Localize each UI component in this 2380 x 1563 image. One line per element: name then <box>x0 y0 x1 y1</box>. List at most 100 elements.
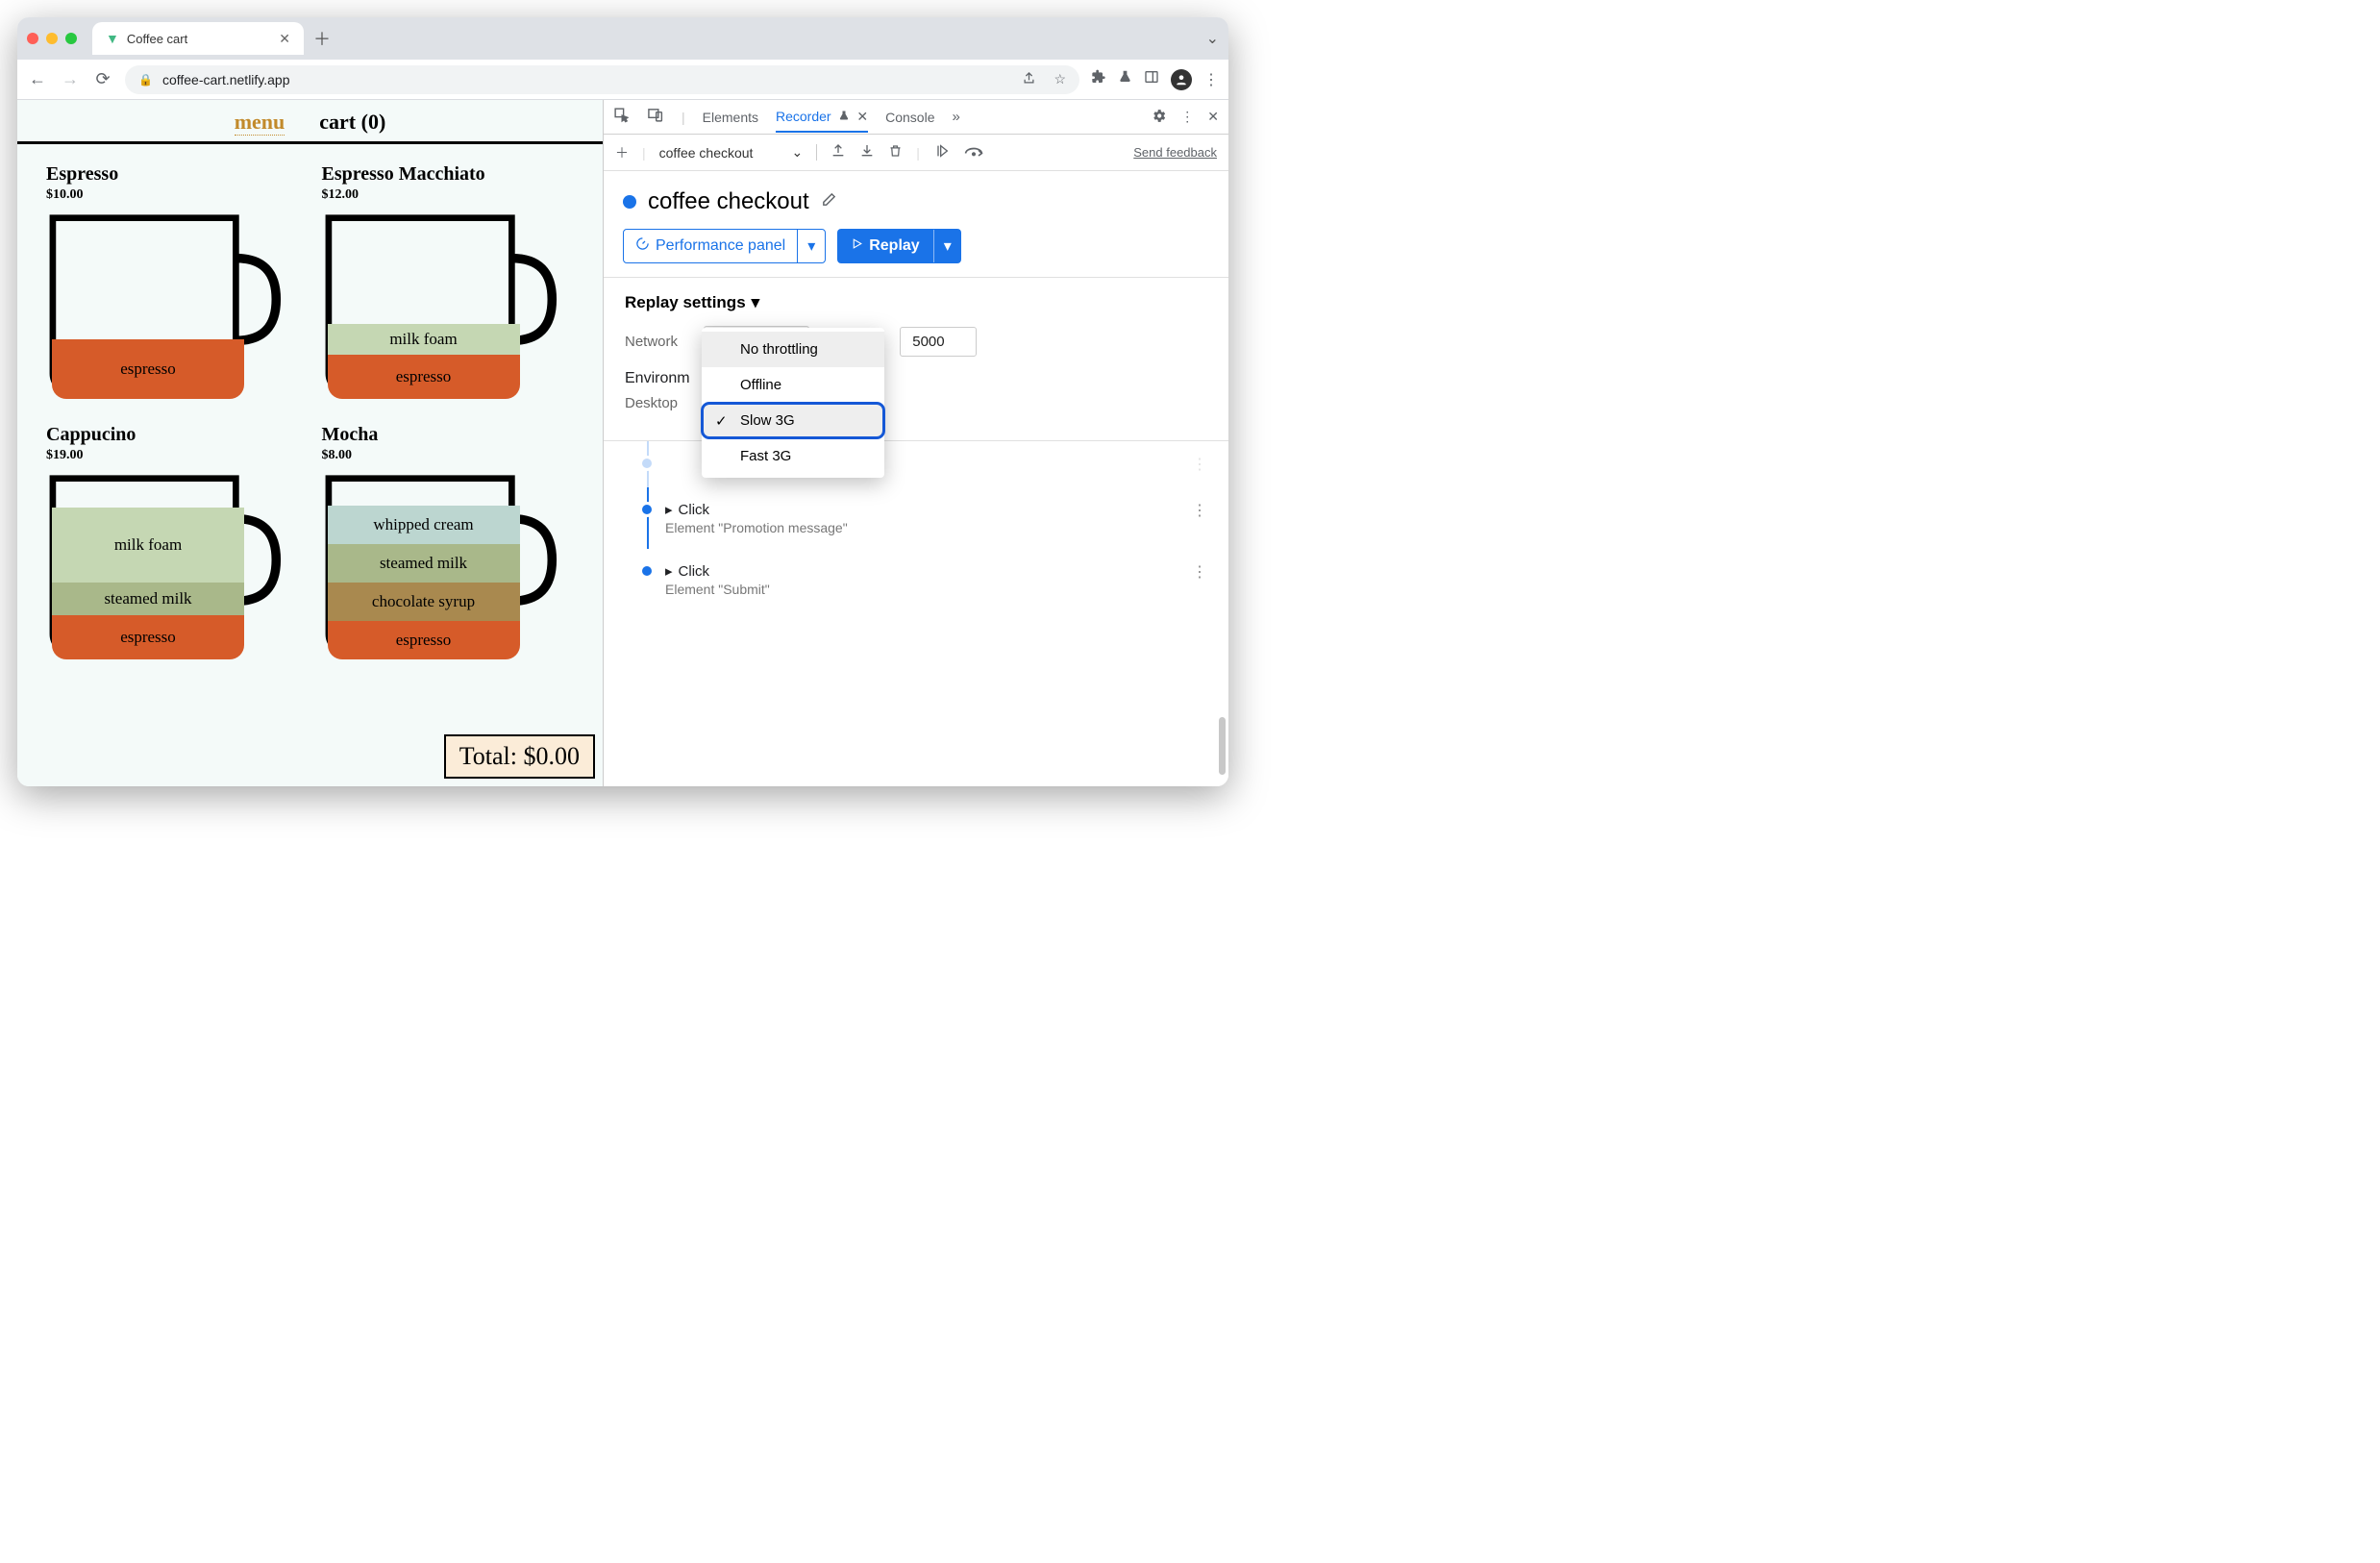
expand-icon[interactable]: ▸ <box>665 562 673 580</box>
gauge-icon <box>635 236 650 256</box>
step-dot-icon <box>642 566 652 576</box>
nav-menu-link[interactable]: menu <box>235 110 285 136</box>
fullscreen-window-button[interactable] <box>65 33 77 44</box>
product-name: Mocha <box>322 424 575 446</box>
device-toggle-icon[interactable] <box>647 107 664 127</box>
delete-icon[interactable] <box>888 143 903 161</box>
overflow-menu-icon[interactable]: ⋮ <box>1203 70 1219 89</box>
play-icon <box>851 237 863 255</box>
recording-title: coffee checkout <box>648 188 809 215</box>
page-viewport: menu cart (0) Espresso $10.00 espresso E… <box>17 100 604 786</box>
url-text: coffee-cart.netlify.app <box>162 72 290 87</box>
cup-layer: milk foam <box>328 324 520 355</box>
recording-title-row: coffee checkout <box>623 188 1209 215</box>
cup-layer: espresso <box>52 615 244 659</box>
option-fast-3g[interactable]: Fast 3G <box>702 438 884 474</box>
extensions-icon[interactable] <box>1091 69 1106 89</box>
option-no-throttling[interactable]: No throttling <box>702 332 884 367</box>
performance-panel-button[interactable]: Performance panel ▾ <box>623 229 826 263</box>
lock-icon: 🔒 <box>138 73 153 87</box>
nav-cart-link[interactable]: cart (0) <box>319 110 385 136</box>
panel-icon[interactable] <box>1144 69 1159 89</box>
labs-icon[interactable] <box>1118 69 1132 89</box>
step-item[interactable]: ▸Click Element "Submit" ⋮ <box>625 549 1207 610</box>
close-recorder-icon[interactable]: ✕ <box>856 109 868 124</box>
recorder-toolbar: ＋ | coffee checkout ⌄ | <box>604 135 1228 171</box>
inspect-icon[interactable] <box>613 107 630 127</box>
product-price: $10.00 <box>46 187 299 203</box>
cup-layer: whipped cream <box>328 506 520 544</box>
reload-button[interactable]: ⟳ <box>92 69 113 89</box>
import-icon[interactable] <box>859 143 875 161</box>
back-button[interactable]: ← <box>27 69 48 89</box>
step-more-icon[interactable]: ⋮ <box>1192 562 1207 597</box>
total-box[interactable]: Total: $0.00 <box>444 734 595 779</box>
vue-favicon-icon: ▼ <box>106 31 119 46</box>
tab-recorder[interactable]: Recorder ✕ <box>776 109 868 133</box>
step-more-icon[interactable]: ⋮ <box>1192 501 1207 535</box>
edit-title-icon[interactable] <box>821 191 837 212</box>
chevron-down-icon: ▾ <box>752 293 760 312</box>
devtools-panel: | Elements Recorder ✕ Console » ⋮ ✕ <box>604 100 1228 786</box>
product-card[interactable]: Espresso $10.00 espresso <box>46 163 299 405</box>
scrollbar-thumb[interactable] <box>1219 717 1226 775</box>
product-card[interactable]: Espresso Macchiato $12.00 espressomilk f… <box>322 163 575 405</box>
new-tab-button[interactable]: ＋ <box>313 26 331 51</box>
cup-graphic: espressomilk foam <box>322 212 562 405</box>
bookmark-star-icon[interactable]: ☆ <box>1054 71 1066 87</box>
cup-layer: chocolate syrup <box>328 583 520 621</box>
more-tabs-icon[interactable]: » <box>952 109 959 125</box>
content-area: menu cart (0) Espresso $10.00 espresso E… <box>17 100 1228 786</box>
script-selector[interactable]: coffee checkout ⌄ <box>659 144 818 161</box>
product-price: $12.00 <box>322 187 575 203</box>
forward-button[interactable]: → <box>60 69 81 89</box>
product-price: $8.00 <box>322 448 575 463</box>
step-item[interactable]: ▸Click Element "Promotion message" ⋮ <box>625 487 1207 549</box>
perf-dropdown-icon[interactable]: ▾ <box>797 230 825 262</box>
minimize-window-button[interactable] <box>46 33 58 44</box>
share-icon[interactable] <box>1022 71 1036 88</box>
steps-list: . ⋮ ▸Click Element "Promotion message" ⋮… <box>604 440 1228 620</box>
product-grid: Espresso $10.00 espresso Espresso Macchi… <box>17 144 603 684</box>
browser-toolbar: ← → ⟳ 🔒 coffee-cart.netlify.app ☆ ⋮ <box>17 60 1228 100</box>
settings-gear-icon[interactable] <box>1151 108 1167 127</box>
close-window-button[interactable] <box>27 33 38 44</box>
recorder-header: coffee checkout Performance panel ▾ <box>604 171 1228 278</box>
cup-layer: steamed milk <box>52 583 244 615</box>
step-over-icon[interactable] <box>964 144 983 161</box>
browser-tab[interactable]: ▼ Coffee cart ✕ <box>92 22 304 55</box>
replay-button[interactable]: Replay ▾ <box>837 229 961 263</box>
close-devtools-icon[interactable]: ✕ <box>1207 109 1219 125</box>
cup-graphic: espresso <box>46 212 286 405</box>
tab-console[interactable]: Console <box>885 110 934 125</box>
product-card[interactable]: Cappucino $19.00 espressosteamed milkmil… <box>46 424 299 665</box>
page-nav: menu cart (0) <box>17 100 603 144</box>
replay-dropdown-icon[interactable]: ▾ <box>933 230 961 262</box>
traffic-lights <box>27 33 77 44</box>
step-more-icon[interactable]: ⋮ <box>1192 455 1207 474</box>
desktop-label: Desktop <box>625 395 692 411</box>
option-offline[interactable]: Offline <box>702 367 884 403</box>
timeout-input[interactable]: 5000 <box>900 327 977 357</box>
export-icon[interactable] <box>831 143 846 161</box>
expand-icon[interactable]: ▸ <box>665 501 673 518</box>
product-name: Espresso Macchiato <box>322 163 575 186</box>
step-forward-icon[interactable] <box>933 143 951 161</box>
cup-layer: milk foam <box>52 508 244 583</box>
product-name: Cappucino <box>46 424 299 446</box>
close-tab-icon[interactable]: ✕ <box>279 31 290 47</box>
cup-layer: espresso <box>328 621 520 659</box>
address-bar[interactable]: 🔒 coffee-cart.netlify.app ☆ <box>125 65 1079 94</box>
tab-elements[interactable]: Elements <box>703 110 758 125</box>
settings-heading[interactable]: Replay settings ▾ <box>625 293 1207 312</box>
option-slow-3g[interactable]: Slow 3G <box>702 403 884 438</box>
step-connector <box>647 487 649 549</box>
cup-graphic: espressochocolate syrupsteamed milkwhipp… <box>322 473 562 665</box>
window-dropdown-icon[interactable]: ⌄ <box>1206 29 1219 48</box>
add-recording-icon[interactable]: ＋ <box>615 143 629 162</box>
profile-avatar[interactable] <box>1171 69 1192 90</box>
tab-strip: ▼ Coffee cart ✕ ＋ ⌄ <box>17 17 1228 60</box>
devtools-menu-icon[interactable]: ⋮ <box>1180 109 1194 125</box>
send-feedback-link[interactable]: Send feedback <box>1133 145 1217 160</box>
product-card[interactable]: Mocha $8.00 espressochocolate syrupsteam… <box>322 424 575 665</box>
